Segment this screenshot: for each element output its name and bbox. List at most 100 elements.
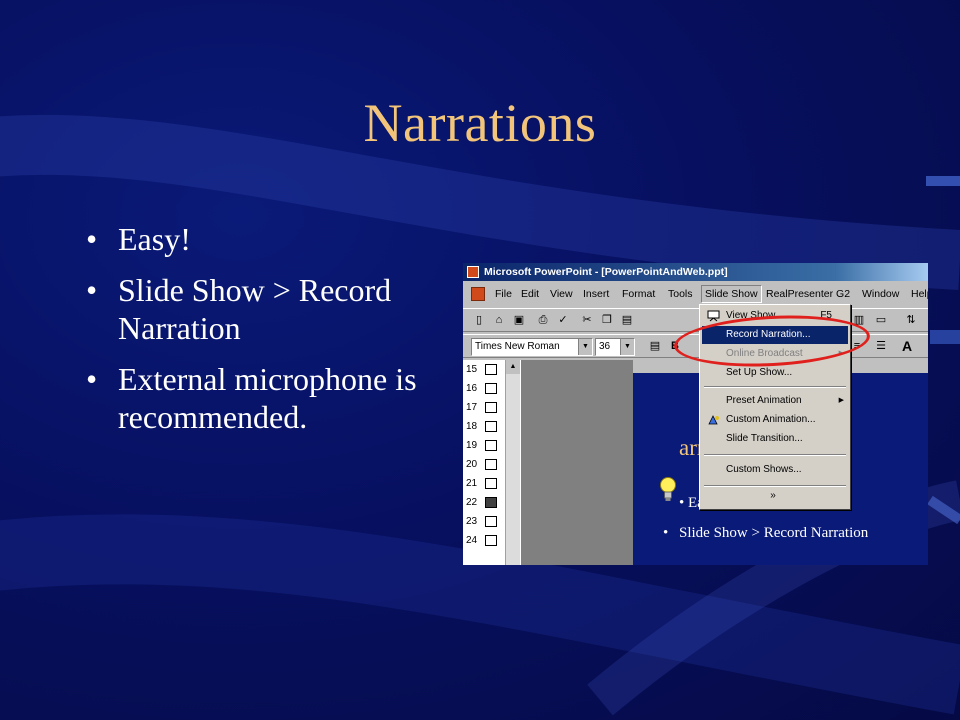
menu-item-custom-animation[interactable]: Custom Animation... [702,411,848,429]
scroll-up-icon[interactable]: ▲ [506,360,520,374]
menu-window[interactable]: Window [862,288,899,300]
powerpoint-app-icon [467,266,479,278]
bullet-dot: • [679,495,685,511]
custom-animation-icon [708,415,719,425]
slide-icon [485,440,497,451]
menu-item-label: Slide Transition... [726,433,803,444]
slide-number: 18 [466,421,478,432]
slide-thumb-row[interactable]: 16 [466,379,497,398]
vertical-scrollbar[interactable]: ▲ [505,360,520,565]
slide-thumb-row[interactable]: 24 [466,531,497,550]
slide-thumb-row[interactable]: 19 [466,436,497,455]
bullet-item: • Slide Show > Record Narration [86,271,446,347]
chevron-down-icon[interactable]: ▼ [578,339,592,355]
copy-icon[interactable]: ❐ [599,313,615,328]
expand-menu-icon[interactable]: » [700,490,846,501]
menu-item-label: Preset Animation [726,395,802,406]
menu-view[interactable]: View [550,288,573,300]
projector-icon [707,310,720,322]
new-file-icon[interactable]: ▯ [471,313,487,328]
spell-check-icon[interactable]: ✓ [555,313,571,328]
slide-icon [485,535,497,546]
slide-icon [485,516,497,527]
menu-item-slide-transition[interactable]: Slide Transition... [702,430,848,448]
slide-number: 22 [466,497,478,508]
powerpoint-screenshot: Microsoft PowerPoint - [PowerPointAndWeb… [463,263,928,565]
print-icon[interactable]: ⎙ [535,313,551,328]
menu-edit[interactable]: Edit [521,288,539,300]
menu-slide-show[interactable]: Slide Show [701,285,762,303]
window-titlebar: Microsoft PowerPoint - [PowerPointAndWeb… [463,263,928,281]
bullet-item: • External microphone is recommended. [86,360,446,436]
open-folder-icon[interactable]: ⌂ [491,313,507,328]
bullet-list: • Easy! • Slide Show > Record Narration • E… [86,220,446,449]
document-icon[interactable] [471,287,485,301]
slide-number: 21 [466,478,478,489]
menu-file[interactable]: File [495,288,512,300]
bullet-text: Easy! [118,221,191,257]
slide-thumb-row[interactable]: 17 [466,398,497,417]
menu-separator [704,454,846,456]
lightbulb-icon[interactable] [659,476,677,504]
slide-thumb-row[interactable]: 20 [466,455,497,474]
font-size-value: 36 [599,341,611,352]
slide-icon [485,478,497,489]
menu-item-set-up-show[interactable]: Set Up Show... [702,364,848,382]
slide-icon [485,421,497,432]
menu-help[interactable]: Help [911,288,928,300]
bullet-text: Slide Show > Record Narration [679,525,869,541]
menu-item-custom-shows[interactable]: Custom Shows... [702,461,848,479]
format-icon[interactable]: ▤ [647,339,663,354]
slide-icon [485,402,497,413]
bullet-dot: • [86,272,98,308]
submenu-arrow-icon: ▶ [838,397,844,404]
bullet-dot: • [86,221,98,257]
bullet-dot: • [86,361,98,397]
window-title: Microsoft PowerPoint - [PowerPointAndWeb… [484,266,728,278]
font-name-combo[interactable]: Times New Roman ▼ [471,338,593,356]
font-size-combo[interactable]: 36 ▼ [595,338,635,356]
slide-thumb-row[interactable]: 18 [466,417,497,436]
new-slide-icon[interactable]: ▭ [873,313,889,328]
font-name-value: Times New Roman [475,341,560,352]
bullets-icon[interactable]: ☰ [873,339,889,354]
slide-icon [485,383,497,394]
slide-number: 20 [466,459,478,470]
bullet-item: • Easy! [86,220,446,258]
slide-number: 23 [466,516,478,527]
slide-icon [485,459,497,470]
menu-tools[interactable]: Tools [668,288,693,300]
menu-insert[interactable]: Insert [583,288,609,300]
increase-font-button[interactable]: A [899,339,915,354]
menu-item-label: Custom Animation... [726,414,816,425]
slide-thumb-row-selected[interactable]: 22 [466,493,497,512]
slide-number: 24 [466,535,478,546]
menu-item-label: Custom Shows... [726,464,802,475]
bullet-text: External microphone is recommended. [118,361,417,435]
slide-number: 16 [466,383,478,394]
paste-icon[interactable]: ▤ [619,313,635,328]
slide-icon [485,497,497,508]
slide-title: Narrations [363,93,597,153]
slide-icon [485,364,497,375]
save-icon[interactable]: ▣ [511,313,527,328]
editor-gray-area [521,360,633,565]
slide-preview-bullet: • Slide Show > Record Narration [663,522,919,544]
menu-format[interactable]: Format [622,288,655,300]
slide-number: 19 [466,440,478,451]
cut-icon[interactable]: ✂ [579,313,595,328]
menu-bar: File Edit View Insert Format Tools Slide… [463,285,928,304]
chevron-down-icon[interactable]: ▼ [620,339,634,355]
slide-thumb-row[interactable]: 21 [466,474,497,493]
slide-number: 15 [466,364,478,375]
slide-thumb-row[interactable]: 23 [466,512,497,531]
bullet-text: Slide Show > Record Narration [118,272,392,346]
slide-number: 17 [466,402,478,413]
bullet-dot: • [663,525,669,541]
slide-thumb-row[interactable]: 15 [466,360,497,379]
menu-item-label: Set Up Show... [726,367,793,378]
menu-realpresenter[interactable]: RealPresenter G2 [766,288,850,300]
sort-icon[interactable]: ⇅ [903,313,919,328]
menu-item-preset-animation[interactable]: Preset Animation ▶ [702,392,848,410]
menu-separator [704,386,846,388]
